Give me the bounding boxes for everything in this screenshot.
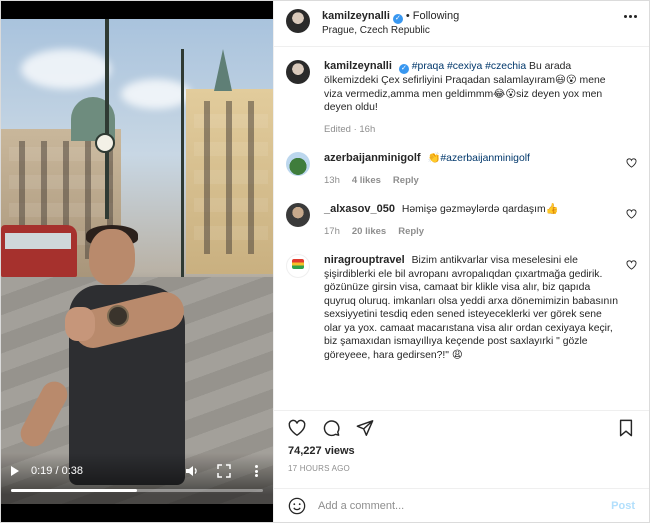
video-controls: 0:19 / 0:38 [1,453,273,522]
bookmark-icon[interactable] [617,419,635,437]
video-player[interactable]: 0:19 / 0:38 [1,1,273,522]
commenter-avatar[interactable] [286,203,310,227]
location-link[interactable]: Prague, Czech Republic [322,24,459,38]
comment-likes[interactable]: 20 likes [352,225,386,239]
comment-item: niragrouptravel Bizim antikvarlar visa m… [286,254,637,362]
video-progress-bar[interactable] [11,489,263,492]
video-frame [1,19,273,504]
play-icon[interactable] [11,466,19,476]
fullscreen-icon[interactable] [217,464,231,478]
video-more-icon[interactable] [249,464,263,478]
comment-username[interactable]: niragrouptravel [324,254,405,266]
comment-item: _alxasov_050 Həmişə gəzməylərdə qardaşım… [286,203,637,238]
commenter-avatar[interactable] [286,152,310,176]
verified-icon: ✓ [398,64,409,74]
post-comment-button[interactable]: Post [611,500,635,512]
post-timestamp: 17 HOURS AGO [288,464,350,473]
post-side-panel: kamilzeynalli ✓ • Following Prague, Czech R… [273,1,649,522]
share-icon[interactable] [356,419,374,437]
like-heart-icon[interactable] [626,209,637,219]
comment-likes[interactable]: 4 likes [352,174,381,188]
author-avatar[interactable] [286,9,310,33]
like-heart-icon[interactable] [626,260,637,270]
post-header: kamilzeynalli ✓ • Following Prague, Czech R… [274,1,649,47]
comment-username[interactable]: _alxasov_050 [324,203,395,215]
caption-meta: Edited · 16h [324,123,376,135]
add-comment-bar: Post [274,488,649,522]
comment-text: Həmişə gəzməylərdə qardaşım👍 [401,204,559,215]
more-options-icon[interactable] [624,15,637,18]
volume-icon[interactable] [185,464,199,478]
reply-button[interactable]: Reply [393,174,419,188]
separator-dot: • [405,10,410,22]
comment-bubble-icon[interactable] [322,419,340,437]
comments-list[interactable]: kamilzeynalli ✓ #praqa #cexiya #czechia B… [274,48,649,410]
comment-input[interactable] [318,499,612,512]
video-progress-fill [11,489,137,492]
video-time: 0:19 / 0:38 [31,465,83,477]
caption-username[interactable]: kamilzeynalli [324,60,392,72]
following-button[interactable]: Following [413,10,459,22]
comment-username[interactable]: azerbaijanminigolf [324,152,421,164]
author-username[interactable]: kamilzeynalli [322,10,390,22]
comment-item: azerbaijanminigolf 👏#azerbaijanminigolf … [286,152,637,187]
like-heart-icon[interactable] [288,419,306,437]
comment-time[interactable]: 17h [324,225,340,239]
like-heart-icon[interactable] [626,158,637,168]
comment-time[interactable]: 13h [324,174,340,188]
commenter-avatar[interactable] [286,254,310,278]
verified-icon: ✓ [392,14,403,24]
reply-button[interactable]: Reply [398,225,424,239]
post-caption: kamilzeynalli ✓ #praqa #cexiya #czechia B… [286,60,637,136]
post-dialog: 0:19 / 0:38 kamilzeynalli✓•Following [0,0,650,523]
emoji-picker-icon[interactable] [288,497,306,515]
caption-avatar[interactable] [286,60,310,84]
views-count[interactable]: 74,227 views [288,445,355,457]
post-actions-bar [274,410,649,444]
comment-text: 👏#azerbaijanminigolf [427,153,530,164]
comment-text: Bizim antikvarlar visa meselesini ele şi… [324,255,618,361]
caption-hashtags[interactable]: #praqa #cexiya #czechia [412,61,526,72]
